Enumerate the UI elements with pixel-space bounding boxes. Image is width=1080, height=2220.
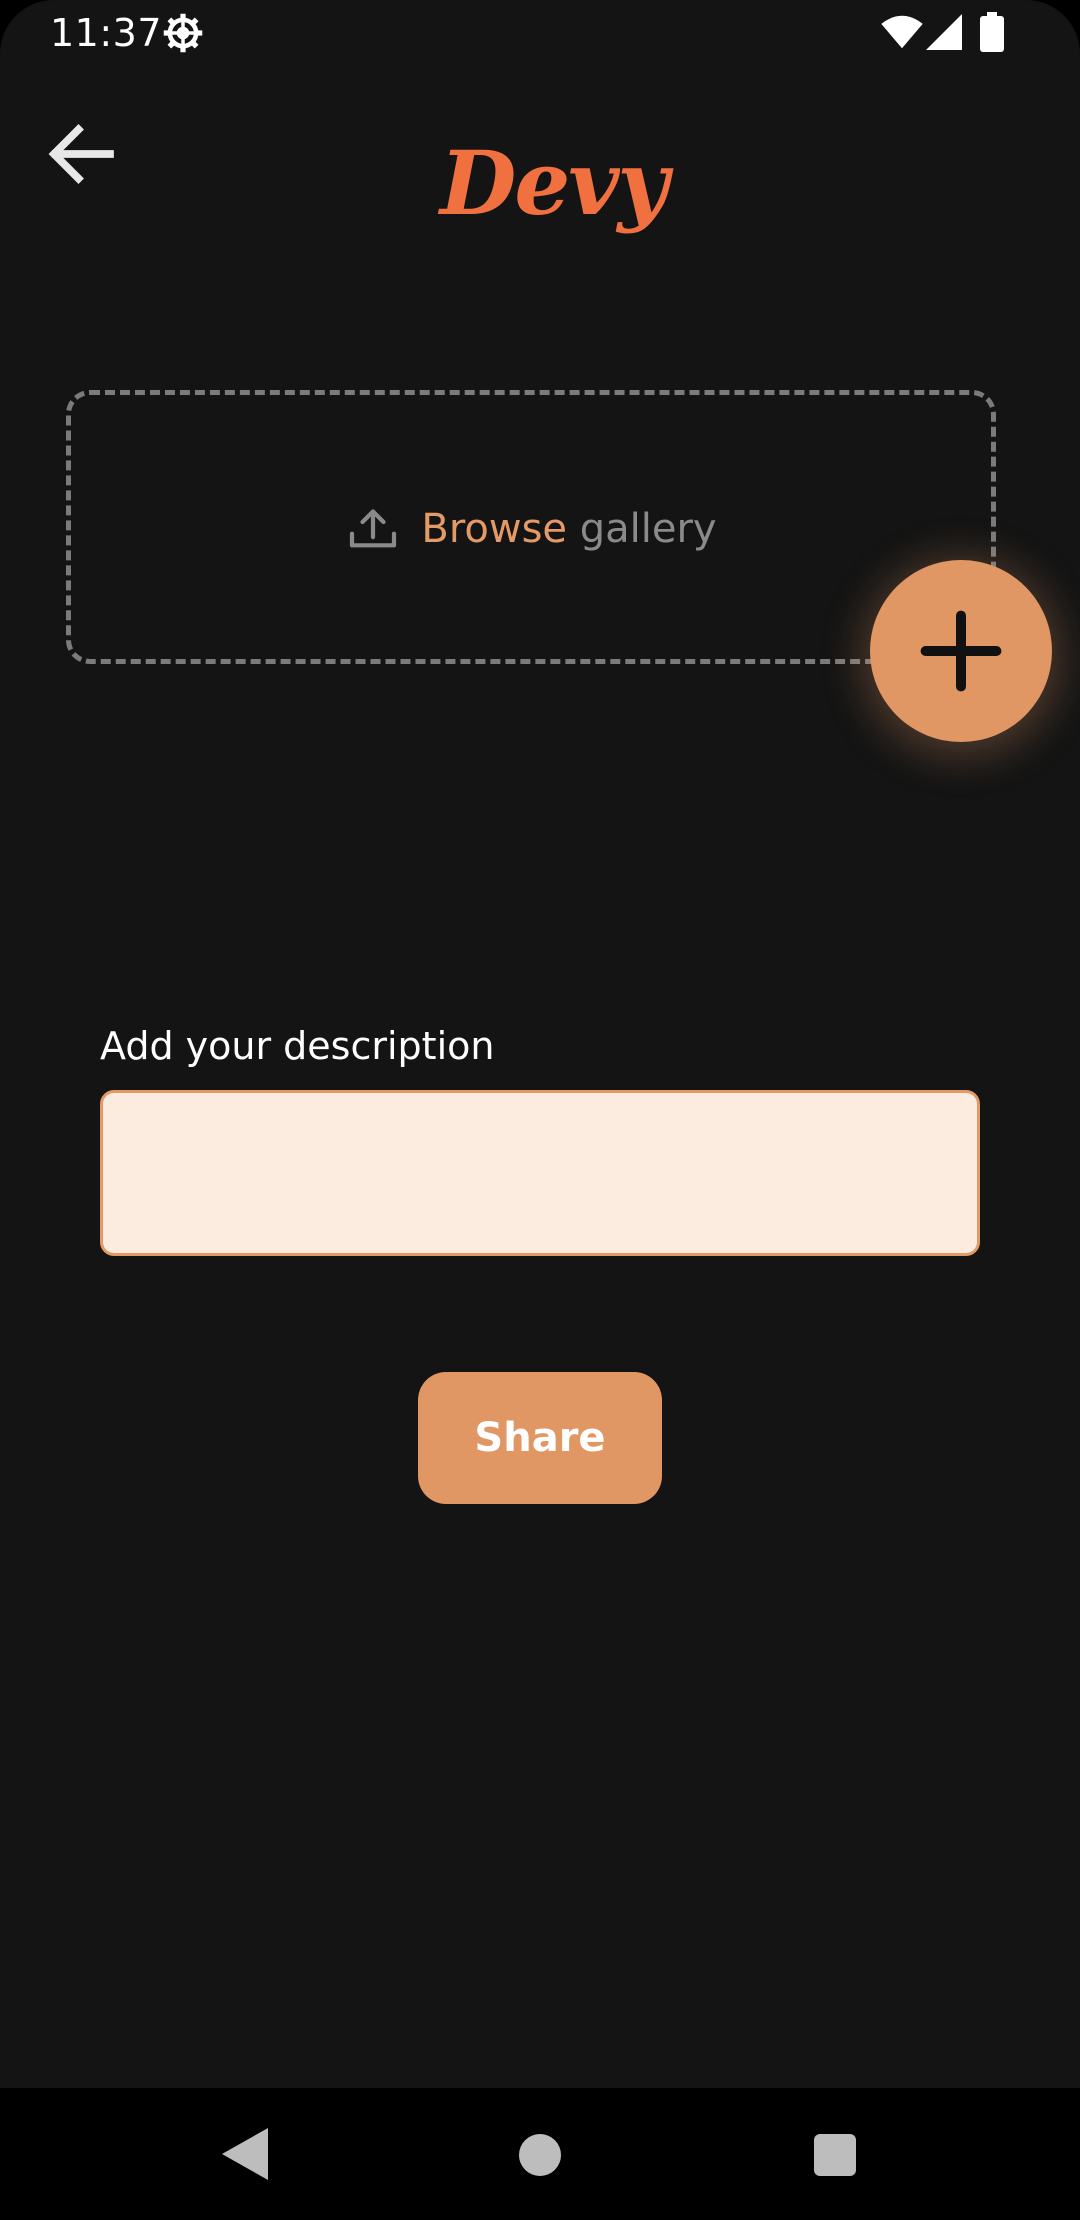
status-time: 11:37 (50, 11, 163, 55)
browse-gallery-text: Browse gallery (421, 506, 716, 552)
nav-recents-icon[interactable] (814, 2134, 856, 2176)
plus-icon (920, 610, 1002, 692)
nav-back-icon[interactable] (222, 2128, 268, 2180)
wifi-icon (881, 15, 923, 49)
screen: 11:37 Devy Browse gallery Add your descr… (0, 0, 1080, 2220)
description-label: Add your description (100, 1024, 495, 1068)
share-button[interactable]: Share (418, 1372, 662, 1504)
gallery-label: gallery (567, 506, 717, 552)
browse-gallery-content: Browse gallery (345, 501, 717, 557)
gear-icon (163, 13, 203, 53)
navigation-bar (0, 2088, 1080, 2220)
back-button[interactable] (40, 112, 124, 196)
browse-gallery-area[interactable]: Browse gallery (66, 390, 996, 664)
signal-icon (926, 14, 962, 50)
add-photo-fab[interactable] (870, 560, 1052, 742)
arrow-left-icon (48, 124, 114, 184)
status-bar: 11:37 (0, 0, 1080, 66)
battery-icon (980, 12, 1004, 52)
upload-icon (350, 509, 397, 548)
nav-home-icon[interactable] (519, 2134, 561, 2176)
description-input[interactable] (100, 1090, 980, 1256)
app-logo: Devy (440, 131, 669, 235)
browse-label: Browse (421, 506, 568, 552)
